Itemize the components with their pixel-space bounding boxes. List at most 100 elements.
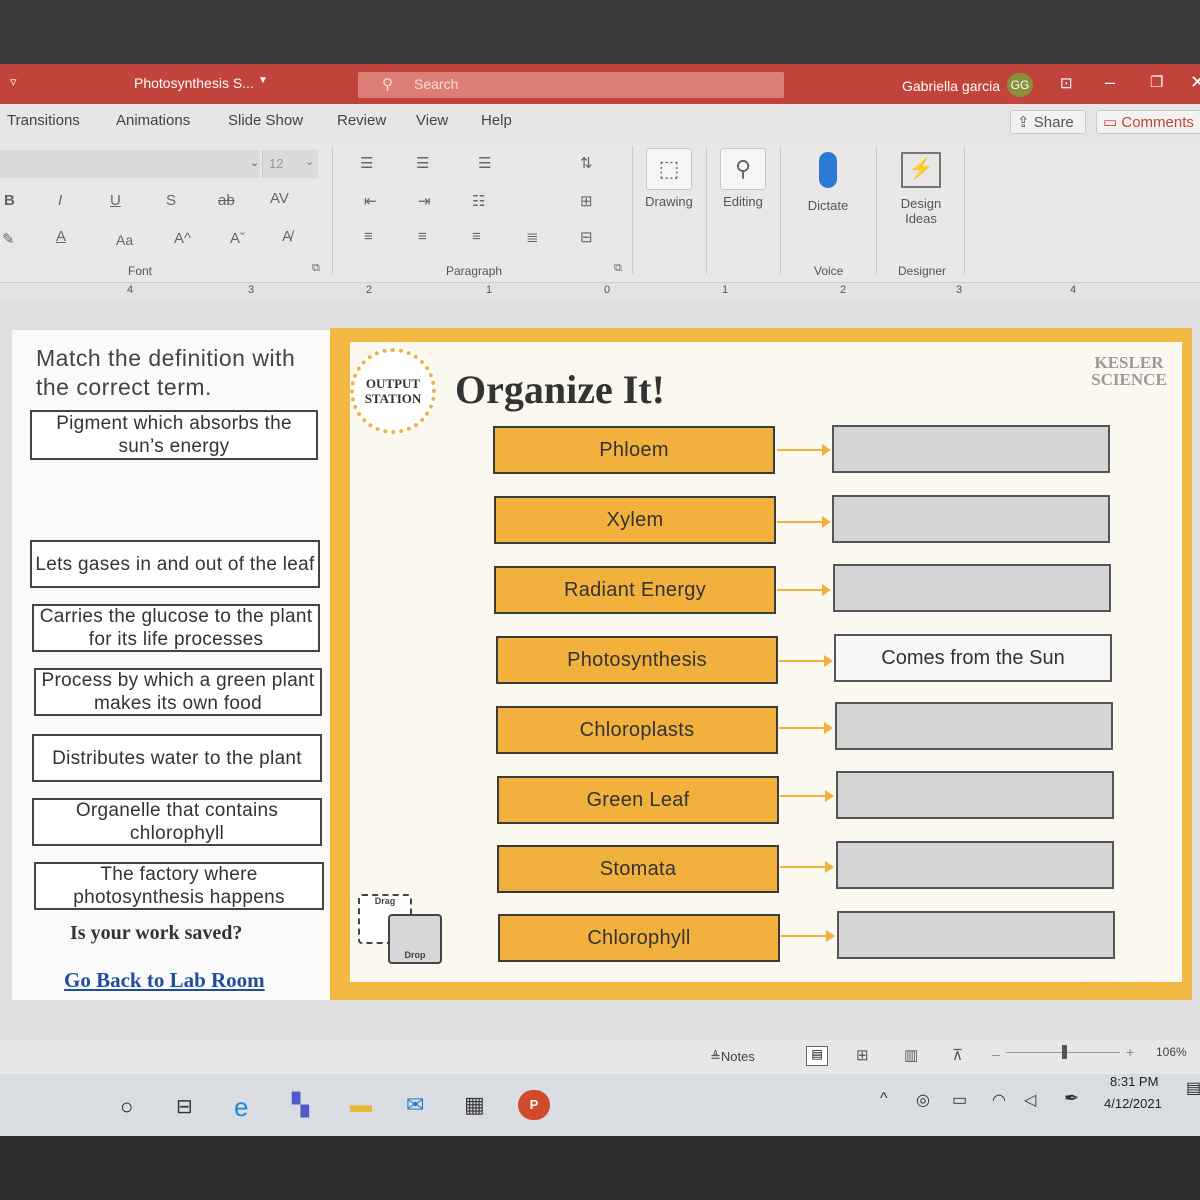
tab-animations[interactable]: Animations bbox=[116, 112, 190, 129]
definition-card[interactable]: Process by which a green plant makes its… bbox=[34, 668, 322, 716]
term-card[interactable]: Green Leaf bbox=[497, 776, 779, 824]
font-name-box[interactable] bbox=[0, 150, 260, 178]
normal-view-icon[interactable]: ▤ bbox=[806, 1046, 828, 1066]
zoom-level[interactable]: 106% bbox=[1156, 1045, 1187, 1059]
paragraph-dialog-launcher-icon[interactable]: ⧉ bbox=[614, 262, 622, 275]
edge-icon[interactable]: e bbox=[234, 1092, 248, 1123]
align-right-icon[interactable]: ≡ bbox=[472, 228, 481, 245]
answer-drop-box[interactable] bbox=[836, 841, 1114, 889]
tab-review[interactable]: Review bbox=[337, 112, 386, 129]
share-button[interactable]: ⇪ Share bbox=[1010, 110, 1086, 134]
clock-date[interactable]: 4/12/2021 bbox=[1104, 1096, 1162, 1111]
columns-icon[interactable]: ☷ bbox=[472, 192, 485, 210]
comments-button[interactable]: ▭ Comments bbox=[1096, 110, 1200, 134]
answer-drop-box[interactable]: Comes from the Sun bbox=[834, 634, 1112, 682]
term-card[interactable]: Phloem bbox=[493, 426, 775, 474]
clock-time[interactable]: 8:31 PM bbox=[1110, 1074, 1158, 1089]
document-title[interactable]: Photosynthesis S... bbox=[134, 75, 254, 91]
definition-card[interactable]: Pigment which absorbs the sun’s energy bbox=[30, 410, 318, 460]
highlight-pen-icon[interactable]: ✎ bbox=[2, 230, 15, 248]
tab-view[interactable]: View bbox=[416, 112, 448, 129]
definition-card[interactable]: Lets gases in and out of the leaf bbox=[30, 540, 320, 588]
restore-icon[interactable]: ❐ bbox=[1150, 73, 1163, 91]
answer-drop-box[interactable] bbox=[832, 425, 1110, 473]
minimize-icon[interactable]: – bbox=[1105, 72, 1115, 93]
definition-card[interactable]: Distributes water to the plant bbox=[32, 734, 322, 782]
decrease-indent-icon[interactable]: ⇤ bbox=[364, 192, 377, 210]
close-icon[interactable]: ✕ bbox=[1190, 72, 1200, 93]
user-avatar[interactable]: GG bbox=[1007, 73, 1033, 97]
change-case-button[interactable]: Aa bbox=[116, 232, 133, 248]
design-ideas-button[interactable]: ⚡ Design Ideas bbox=[888, 152, 954, 226]
justify-icon[interactable]: ≣ bbox=[526, 228, 539, 246]
search-box[interactable]: ⚲ Search bbox=[358, 72, 784, 98]
font-dialog-launcher-icon[interactable]: ⧉ bbox=[312, 262, 320, 275]
underline-button[interactable]: U bbox=[110, 192, 121, 209]
zoom-slider-thumb[interactable] bbox=[1062, 1045, 1067, 1059]
horizontal-ruler[interactable]: 4 3 2 1 0 1 2 3 4 bbox=[0, 282, 1200, 301]
term-card[interactable]: Stomata bbox=[497, 845, 779, 893]
notes-button[interactable]: ≜Notes bbox=[710, 1049, 755, 1065]
answer-drop-box[interactable] bbox=[835, 702, 1113, 750]
term-card[interactable]: Radiant Energy bbox=[494, 566, 776, 614]
slide-show-icon[interactable]: ⊼ bbox=[952, 1046, 963, 1064]
dictate-button[interactable]: Dictate bbox=[796, 152, 860, 213]
zoom-out-icon[interactable]: – bbox=[992, 1046, 1000, 1062]
user-name[interactable]: Gabriella garcia bbox=[902, 78, 1000, 94]
tab-help[interactable]: Help bbox=[481, 112, 512, 129]
quick-access-chevron-icon[interactable]: ▿ bbox=[10, 74, 17, 90]
tab-slide-show[interactable]: Slide Show bbox=[228, 112, 303, 129]
font-color-button[interactable]: A bbox=[56, 228, 66, 245]
tab-transitions[interactable]: Transitions bbox=[7, 112, 80, 129]
mail-icon[interactable]: ✉ bbox=[406, 1092, 424, 1118]
pen-icon[interactable]: ✒ bbox=[1064, 1088, 1079, 1109]
font-size-box[interactable]: 12 ⌄ bbox=[262, 150, 318, 178]
chevron-up-icon[interactable]: ^ bbox=[880, 1090, 888, 1108]
reading-view-icon[interactable]: ▥ bbox=[904, 1046, 918, 1064]
align-text-icon[interactable]: ⊞ bbox=[580, 192, 593, 210]
term-card[interactable]: Chloroplasts bbox=[496, 706, 778, 754]
powerpoint-icon[interactable]: P bbox=[518, 1090, 550, 1120]
italic-button[interactable]: I bbox=[58, 192, 62, 209]
numbering-icon[interactable]: ☰ bbox=[416, 154, 429, 172]
zoom-in-icon[interactable]: + bbox=[1126, 1044, 1134, 1060]
strikethrough-button[interactable]: ab bbox=[218, 192, 235, 209]
file-explorer-icon[interactable]: ▬ bbox=[350, 1092, 372, 1118]
cortana-icon[interactable]: ○ bbox=[120, 1094, 133, 1120]
answer-drop-box[interactable] bbox=[837, 911, 1115, 959]
bullets-icon[interactable]: ☰ bbox=[360, 154, 373, 172]
editing-button[interactable]: ⚲ Editing bbox=[714, 148, 772, 209]
slide-sorter-icon[interactable]: ⊞ bbox=[856, 1046, 869, 1064]
back-to-lab-link[interactable]: Go Back to Lab Room bbox=[64, 968, 265, 993]
ribbon-display-icon[interactable]: ⊡ bbox=[1060, 74, 1073, 92]
wifi-icon[interactable]: ◠ bbox=[992, 1090, 1006, 1110]
align-center-icon[interactable]: ≡ bbox=[418, 228, 427, 245]
store-icon[interactable]: ▦ bbox=[464, 1092, 485, 1118]
shrink-font-button[interactable]: Aˇ bbox=[230, 230, 245, 247]
definition-card[interactable]: Organelle that contains chlorophyll bbox=[32, 798, 322, 846]
volume-icon[interactable]: ◁ bbox=[1024, 1090, 1036, 1110]
text-direction-icon[interactable]: ⇅ bbox=[580, 154, 593, 172]
answer-drop-box[interactable] bbox=[832, 495, 1110, 543]
clear-formatting-icon[interactable]: A̸ bbox=[282, 228, 292, 245]
battery-icon[interactable]: ▭ bbox=[952, 1090, 967, 1110]
answer-drop-box[interactable] bbox=[836, 771, 1114, 819]
shadow-button[interactable]: S bbox=[166, 192, 176, 209]
drawing-button[interactable]: ⬚ Drawing bbox=[640, 148, 698, 209]
definition-card[interactable]: The factory where photosynthesis happens bbox=[34, 862, 324, 910]
task-view-icon[interactable]: ⊟ bbox=[176, 1094, 193, 1119]
term-card[interactable]: Photosynthesis bbox=[496, 636, 778, 684]
term-card[interactable]: Xylem bbox=[494, 496, 776, 544]
grow-font-button[interactable]: A^ bbox=[174, 230, 191, 247]
meet-now-icon[interactable]: ◎ bbox=[916, 1090, 930, 1110]
increase-indent-icon[interactable]: ⇥ bbox=[418, 192, 431, 210]
term-card[interactable]: Chlorophyll bbox=[498, 914, 780, 962]
line-spacing-icon[interactable]: ☰ bbox=[478, 154, 491, 172]
character-spacing-button[interactable]: AV bbox=[270, 190, 289, 207]
smartart-icon[interactable]: ⊟ bbox=[580, 228, 593, 246]
notifications-icon[interactable]: ▤ bbox=[1186, 1078, 1200, 1098]
answer-drop-box[interactable] bbox=[833, 564, 1111, 612]
align-left-icon[interactable]: ≡ bbox=[364, 228, 373, 245]
title-dropdown-icon[interactable]: ▼ bbox=[258, 75, 268, 86]
font-name-dropdown-icon[interactable]: ⌄ bbox=[250, 156, 259, 169]
